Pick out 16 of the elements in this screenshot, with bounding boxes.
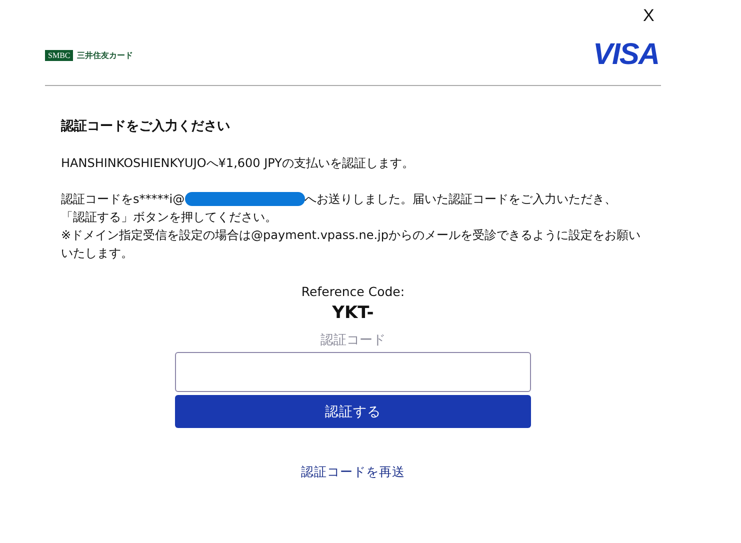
code-input-field[interactable] <box>175 352 531 392</box>
message-text: へお送りしました。届いた認証コードをご入力いただき、 <box>304 191 617 208</box>
brand-logo: VISA <box>592 38 659 72</box>
payment-text: HANSHINKOSHIENKYUJOへ¥1,600 JPYの支払いを認証します。 <box>61 155 415 172</box>
message-text: 認証コードをs*****i@ <box>61 191 185 208</box>
submit-button[interactable]: 認証する <box>175 395 531 428</box>
close-button[interactable]: X <box>641 6 656 26</box>
note-text: ※ドメイン指定受信を設定の場合は@payment.vpass.ne.jpからのメールを受診できるように設定をお願いいたします。 <box>61 227 642 262</box>
resend-link[interactable]: 認証コードを再送 <box>301 464 405 481</box>
logo-badge: SMBC <box>45 50 74 60</box>
reference-label: Reference Code: <box>301 284 405 299</box>
field-label: 認証コード <box>320 332 386 349</box>
page-title: 認証コードをご入力ください <box>61 118 231 136</box>
message-text: 「認証する」ボタンを押してください。 <box>61 209 278 226</box>
reference-code: YKT- <box>332 303 374 323</box>
issuer-name: 三井住友カード <box>77 50 134 60</box>
